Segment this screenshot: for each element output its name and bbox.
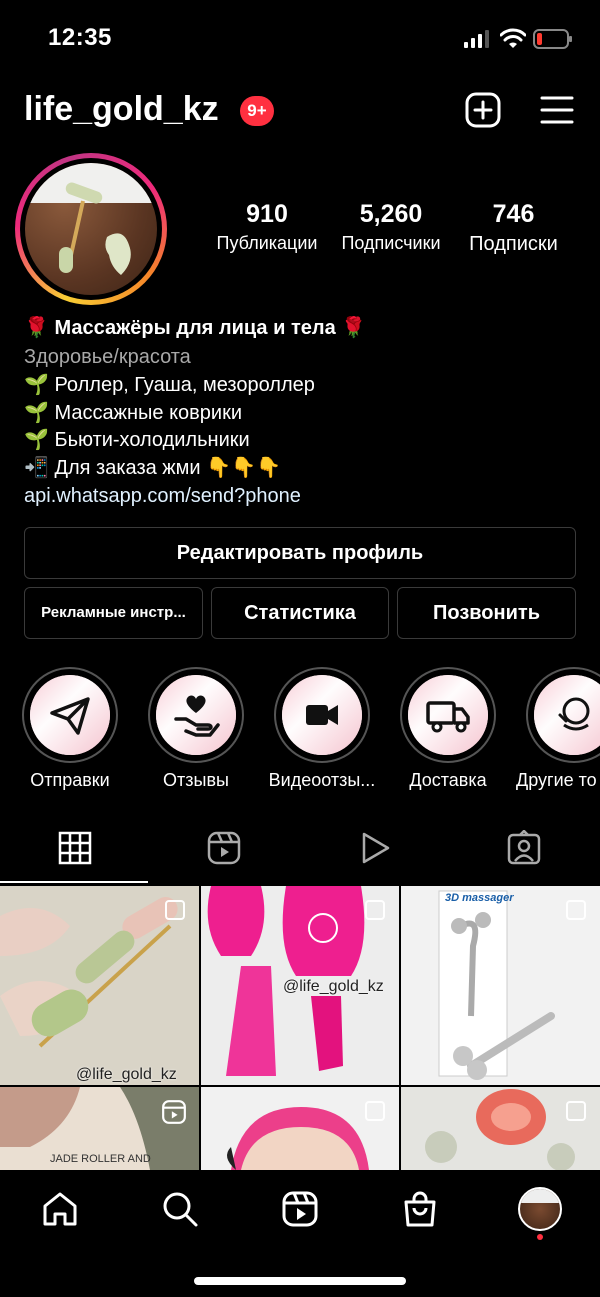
profile-username[interactable]: life_gold_kz <box>24 90 219 129</box>
highlight-reviews[interactable] <box>148 667 244 763</box>
post-thumbnail[interactable]: 3D massager <box>401 886 600 1085</box>
bio-title: 🌹 Массажёры для лица и тела 🌹 <box>24 317 367 339</box>
search-icon[interactable] <box>161 1190 199 1228</box>
highlight-delivery[interactable] <box>400 667 496 763</box>
highlight-other[interactable] <box>526 667 600 763</box>
ad-tools-button[interactable]: Рекламные инстр... <box>24 587 203 639</box>
new-post-icon[interactable] <box>465 92 501 128</box>
call-button[interactable]: Позвонить <box>397 587 576 639</box>
post-thumbnail[interactable] <box>401 1087 600 1170</box>
truck-icon <box>426 701 470 733</box>
cell-signal-icon <box>464 30 489 48</box>
bio-line: 📲 Для заказа жми 👇👇👇 <box>24 457 281 479</box>
notification-dot <box>537 1234 543 1240</box>
edit-profile-button[interactable]: Редактировать профиль <box>24 527 576 579</box>
insights-button[interactable]: Статистика <box>211 587 389 639</box>
following-count-label: Подписки <box>469 233 558 255</box>
tagged-tab-icon[interactable] <box>506 830 542 866</box>
menu-icon[interactable] <box>539 92 575 128</box>
post-watermark: @life_gold_kz <box>283 978 384 995</box>
battery-icon <box>533 29 572 49</box>
highlight-label: Видеоотзы... <box>268 770 376 790</box>
posts-count-value: 910 <box>246 200 288 228</box>
reel-badge-icon <box>162 1100 186 1124</box>
product-box-title: 3D massager <box>445 892 514 904</box>
highlight-label: Доставка <box>409 770 487 790</box>
highlight-label: Отзывы <box>163 770 229 790</box>
profile-avatar[interactable] <box>15 153 167 305</box>
grid-tab-icon[interactable] <box>57 830 93 866</box>
posts-count-label: Публикации <box>216 233 318 253</box>
multi-post-icon <box>365 900 385 920</box>
home-indicator[interactable] <box>194 1277 406 1285</box>
bio-category: Здоровье/красота <box>24 346 191 368</box>
following-count[interactable]: 746 Подписки <box>456 200 571 256</box>
video-camera-icon <box>306 705 338 725</box>
posts-count[interactable]: 910 Публикации <box>205 200 329 254</box>
heart-hand-icon <box>174 695 220 737</box>
avatar-photo <box>25 163 157 295</box>
highlight-sends[interactable] <box>22 667 118 763</box>
status-time: 12:35 <box>48 24 112 51</box>
followers-count[interactable]: 5,260 Подписчики <box>331 200 451 254</box>
reels-icon[interactable] <box>281 1190 319 1228</box>
multi-post-icon <box>165 900 185 920</box>
multi-post-icon <box>566 1101 586 1121</box>
multi-post-icon <box>365 1101 385 1121</box>
profile-tab-avatar[interactable] <box>518 1187 562 1231</box>
multi-post-icon <box>566 900 586 920</box>
post-watermark: @life_gold_kz <box>76 1066 177 1083</box>
video-tab-icon[interactable] <box>356 830 392 866</box>
shop-icon[interactable] <box>401 1190 439 1228</box>
followers-count-label: Подписчики <box>341 233 441 253</box>
reels-tab-icon[interactable] <box>206 830 242 866</box>
bio-link[interactable]: api.whatsapp.com/send?phone <box>24 482 301 510</box>
face-massage-icon <box>558 697 590 731</box>
post-thumbnail[interactable]: @life_gold_kz <box>0 886 199 1085</box>
active-tab-indicator <box>0 881 148 883</box>
bio-line: 🌱 Бьюти-холодильники <box>24 429 250 451</box>
highlight-video-reviews[interactable] <box>274 667 370 763</box>
highlight-label: Другие то <box>516 770 597 790</box>
notification-badge[interactable]: 9+ <box>240 96 274 126</box>
post-thumbnail[interactable]: JADE ROLLER AND <box>0 1087 199 1170</box>
post-caption: JADE ROLLER AND <box>50 1153 151 1165</box>
post-thumbnail[interactable]: @life_gold_kz <box>201 886 399 1085</box>
highlight-label: Отправки <box>30 770 110 790</box>
wifi-icon <box>500 28 526 48</box>
post-thumbnail[interactable] <box>201 1087 399 1170</box>
bio-line: 🌱 Роллер, Гуаша, мезороллер <box>24 374 315 396</box>
followers-count-value: 5,260 <box>359 200 423 228</box>
following-count-value: 746 <box>492 200 535 228</box>
bio-line: 🌱 Массажные коврики <box>24 402 243 424</box>
paper-plane-icon <box>50 697 90 735</box>
home-icon[interactable] <box>41 1190 79 1228</box>
